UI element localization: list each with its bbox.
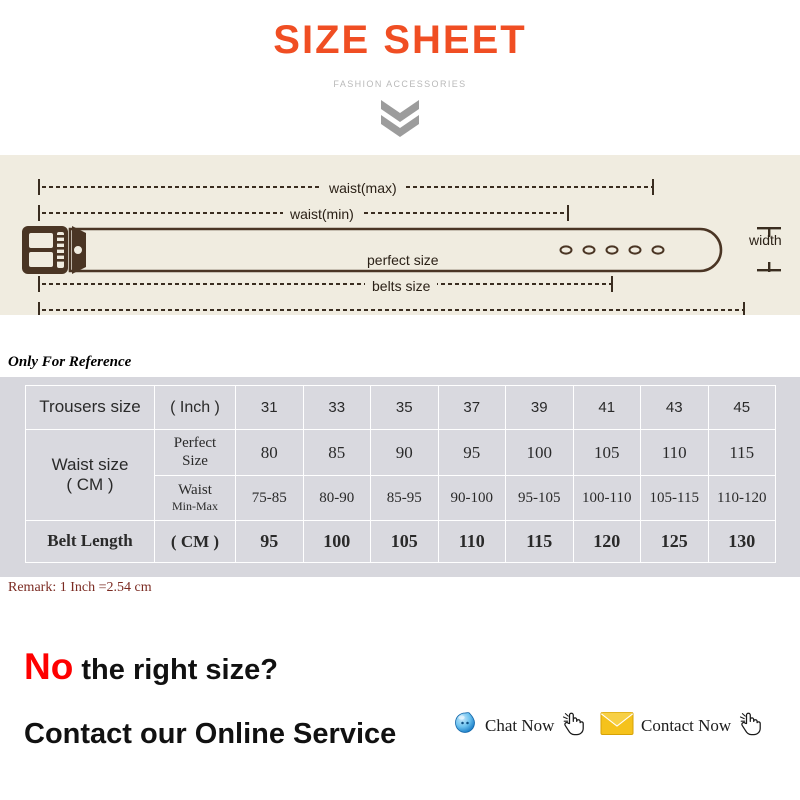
only-for-reference-note: Only For Reference: [8, 354, 132, 370]
row-unit-perfect-size: Perfect Size: [154, 429, 236, 476]
cell-trousers-5: 41: [572, 385, 641, 430]
cell-waist-2: 85-95: [370, 475, 439, 521]
cell-belt-2: 105: [370, 520, 439, 563]
cell-trousers-2: 35: [370, 385, 439, 430]
belt-buckle-icon: [22, 226, 86, 274]
waist-size-line1: Waist size: [51, 454, 129, 474]
cell-perfect-3: 95: [437, 429, 506, 476]
envelope-icon: [600, 711, 634, 741]
dim-perfect-size: [38, 276, 613, 292]
cell-belt-5: 120: [572, 520, 641, 563]
dim-label-width: width: [749, 232, 782, 248]
row-unit-waist-min-max: Waist Min-Max: [154, 475, 236, 521]
cell-trousers-7: 45: [707, 385, 776, 430]
cell-belt-4: 115: [505, 520, 574, 563]
table-row-trousers-size: Trousers size ( Inch ) 31 33 35 37 39 41…: [25, 385, 776, 430]
size-chart-table: Trousers size ( Inch ) 31 33 35 37 39 41…: [25, 385, 776, 563]
cell-trousers-4: 39: [505, 385, 574, 430]
cell-waist-3: 90-100: [437, 475, 506, 521]
remark-text: Remark: 1 Inch =2.54 cm: [8, 580, 152, 595]
row-label-belt-length: Belt Length: [25, 520, 155, 563]
contact-service-heading: Contact our Online Service: [24, 718, 397, 750]
cell-perfect-1: 85: [302, 429, 371, 476]
cell-perfect-7: 115: [707, 429, 776, 476]
waist-size-line2: ( CM ): [66, 475, 114, 494]
cell-perfect-6: 110: [640, 429, 709, 476]
perfect-size-line1: Perfect: [173, 435, 217, 452]
cell-belt-6: 125: [640, 520, 709, 563]
cell-trousers-0: 31: [235, 385, 304, 430]
row-unit-inch: ( Inch ): [154, 385, 236, 430]
row-unit-belt-cm: ( CM ): [154, 520, 236, 563]
pointing-hand-icon: [738, 710, 762, 741]
cell-belt-3: 110: [437, 520, 506, 563]
cell-perfect-0: 80: [235, 429, 304, 476]
dim-belts-size: [38, 302, 745, 315]
header-banner: SIZE SHEET FASHION ACCESSORIES: [0, 0, 800, 155]
waist-unit-line1: Waist: [178, 482, 212, 499]
perfect-size-line2: Size: [182, 452, 208, 469]
page-subtitle: FASHION ACCESSORIES: [333, 79, 467, 89]
pointing-hand-icon: [561, 710, 585, 741]
contact-now-label: Contact Now: [641, 715, 732, 735]
row-label-trousers-size: Trousers size: [25, 385, 155, 430]
contact-now-button[interactable]: Contact Now: [600, 710, 762, 741]
cell-trousers-3: 37: [437, 385, 506, 430]
chevron-double-down-icon: [377, 98, 423, 138]
chat-bubble-icon: [452, 710, 478, 741]
cell-waist-4: 95-105: [505, 475, 574, 521]
footer-section: No the right size? Contact our Online Se…: [0, 615, 800, 800]
row-label-waist-size: Waist size ( CM ): [25, 429, 155, 521]
dim-label-waist-min: waist(min): [283, 206, 361, 222]
dim-label-perfect-size: perfect size: [360, 252, 446, 268]
cell-belt-1: 100: [302, 520, 371, 563]
no-right-size-heading: No the right size?: [24, 646, 278, 688]
cell-perfect-4: 100: [505, 429, 574, 476]
cell-waist-6: 105-115: [640, 475, 709, 521]
waist-unit-line2: Min-Max: [172, 498, 218, 513]
cell-perfect-5: 105: [572, 429, 641, 476]
cell-trousers-6: 43: [640, 385, 709, 430]
chat-now-label: Chat Now: [485, 715, 555, 735]
cell-trousers-1: 33: [302, 385, 371, 430]
dim-label-belts-size: belts size: [365, 278, 438, 294]
cell-belt-0: 95: [235, 520, 304, 563]
cell-perfect-2: 90: [370, 429, 439, 476]
dim-label-waist-max: waist(max): [322, 180, 404, 196]
table-row-belt-length: Belt Length ( CM ) 95 100 105 110 115 12…: [25, 520, 776, 563]
page-title: SIZE SHEET: [273, 18, 527, 62]
right-size-text: the right size?: [73, 654, 278, 686]
cell-waist-0: 75-85: [235, 475, 304, 521]
cell-waist-7: 110-120: [707, 475, 776, 521]
no-word: No: [24, 646, 74, 687]
cell-waist-5: 100-110: [572, 475, 641, 521]
cell-waist-1: 80-90: [302, 475, 371, 521]
chat-now-button[interactable]: Chat Now: [452, 710, 585, 741]
cell-belt-7: 130: [707, 520, 776, 563]
table-row-perfect-size: Waist size ( CM ) Perfect Size 80 85 90 …: [25, 429, 776, 521]
